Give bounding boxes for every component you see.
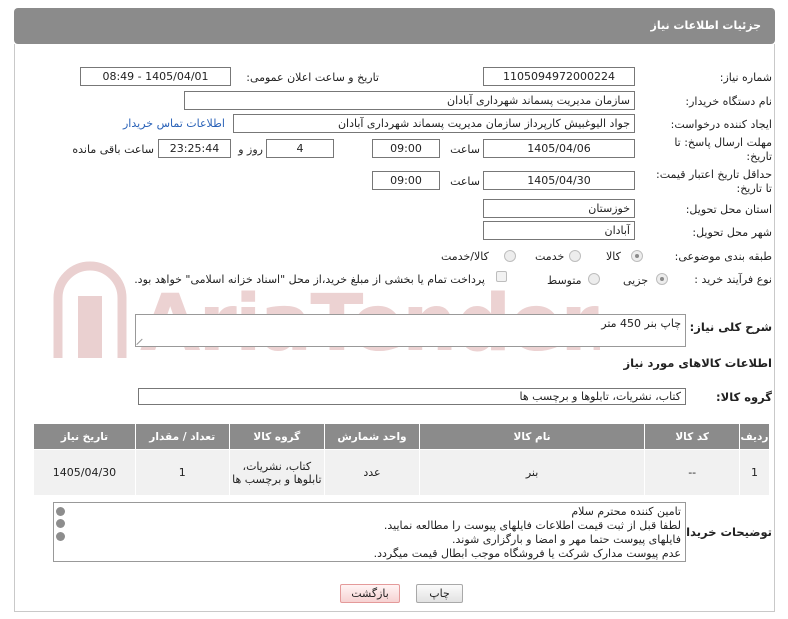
cell-code: -- [644, 449, 740, 496]
cell-index: 1 [738, 449, 771, 496]
category-option-goods-service: کالا/خدمت [441, 250, 489, 263]
description-textarea[interactable]: چاپ بنر 450 متر [135, 314, 686, 347]
goods-section-title: اطلاعات کالاهای مورد نیاز [623, 356, 772, 370]
reply-deadline-label-line1: مهلت ارسال پاسخ: تا [674, 136, 772, 149]
buyer-contact-link[interactable]: اطلاعات تماس خریدار [123, 117, 225, 130]
delivery-province-field: خوزستان [483, 199, 635, 218]
col-index: ردیف [738, 423, 771, 450]
process-option-medium: متوسط [547, 274, 582, 287]
price-time-field: 09:00 [372, 171, 440, 190]
price-deadline-label-line2: تا تاریخ: [736, 182, 772, 195]
print-button[interactable]: چاپ [416, 584, 463, 603]
buyer-notes-textarea[interactable]: تامین کننده محترم سلام لطفا قبل از ثبت ق… [53, 502, 686, 562]
delivery-city-field: آبادان [483, 221, 635, 240]
reply-remaining-label: ساعت باقی مانده [72, 143, 154, 156]
price-time-label: ساعت [450, 175, 480, 188]
category-option-service: خدمت [535, 250, 565, 263]
col-unit: واحد شمارش [324, 423, 420, 450]
delivery-province-label: استان محل تحویل: [685, 203, 772, 216]
goods-group-label: گروه کالا: [716, 390, 772, 404]
announce-datetime-field: 1405/04/01 - 08:49 [80, 67, 231, 86]
col-date: تاریخ نیاز [33, 423, 136, 450]
treasury-payment-note: پرداخت تمام یا بخشی از مبلغ خرید،از محل … [134, 273, 485, 286]
process-radio-medium[interactable] [588, 273, 600, 285]
process-type-label: نوع فرآیند خرید : [694, 273, 772, 286]
price-deadline-label-line1: حداقل تاریخ اعتبار قیمت: [656, 168, 772, 181]
reply-days-field: 4 [266, 139, 334, 158]
announce-label: تاریخ و ساعت اعلان عمومی: [246, 71, 379, 84]
category-radio-service[interactable] [569, 250, 581, 262]
category-radio-goods-service[interactable] [504, 250, 516, 262]
page-title: جزئیات اطلاعات نیاز [650, 19, 762, 32]
scroll-up-icon[interactable] [56, 507, 65, 516]
need-number-field: 1105094972000224 [483, 67, 635, 86]
buyer-notes-line: لطفا قبل از ثبت قیمت اطلاعات فایلهای پیو… [383, 519, 681, 532]
reply-time-field: 09:00 [372, 139, 440, 158]
price-deadline-label: حداقل تاریخ اعتبار قیمت: تا تاریخ: [656, 168, 772, 196]
back-button[interactable]: بازگشت [340, 584, 400, 603]
col-group: گروه کالا [228, 423, 326, 450]
scroll-down-icon[interactable] [56, 532, 65, 541]
description-text: چاپ بنر 450 متر [601, 317, 681, 330]
requester-field: جواد الیوغبیش کارپرداز سازمان مدیریت پسم… [233, 114, 635, 133]
reply-date-field: 1405/04/06 [483, 139, 635, 158]
process-option-minor: جزیی [623, 274, 649, 287]
goods-table-header: ردیف کد کالا نام کالا واحد شمارش گروه کا… [33, 423, 771, 450]
buyer-notes-line: عدم پیوست مدارک شرکت یا فروشگاه موجب ابط… [373, 547, 681, 560]
notes-scrollbar[interactable] [55, 504, 66, 560]
cell-qty: 1 [134, 449, 230, 496]
category-label: طبقه بندی موضوعی: [674, 250, 772, 263]
col-name: نام کالا [418, 423, 646, 450]
goods-table: ردیف کد کالا نام کالا واحد شمارش گروه کا… [33, 423, 771, 496]
process-radio-minor[interactable] [656, 273, 668, 285]
buyer-org-field: سازمان مدیریت پسماند شهرداری آبادان [184, 91, 635, 110]
delivery-city-label: شهر محل تحویل: [692, 226, 772, 239]
cell-unit: عدد [324, 449, 420, 496]
table-row: 1 -- بنر عدد کتاب، نشریات، تابلوها و برچ… [33, 449, 771, 496]
buyer-notes-label: توضیحات خریدار: [674, 525, 772, 539]
col-qty: تعداد / مقدار [134, 423, 230, 450]
cell-date: 1405/04/30 [33, 449, 136, 496]
requester-label: ایجاد کننده درخواست: [670, 118, 772, 131]
cell-group: کتاب، نشریات، تابلوها و برچسب ها [228, 449, 326, 496]
reply-days-label: روز و [238, 143, 263, 156]
buyer-notes-line: فایلهای پیوست حتما مهر و امضا و بارگزاری… [452, 533, 681, 546]
price-date-field: 1405/04/30 [483, 171, 635, 190]
description-label: شرح کلی نیاز: [689, 320, 772, 334]
reply-deadline-label: مهلت ارسال پاسخ: تا تاریخ: [674, 136, 772, 164]
need-number-label: شماره نیاز: [719, 71, 772, 84]
scroll-thumb[interactable] [56, 519, 65, 528]
page-header: جزئیات اطلاعات نیاز [14, 8, 775, 44]
treasury-payment-checkbox[interactable] [496, 271, 507, 282]
resize-handle-icon[interactable] [137, 337, 145, 345]
category-radio-goods[interactable] [631, 250, 643, 262]
buyer-notes-line: تامین کننده محترم سلام [571, 505, 681, 518]
goods-group-field: کتاب، نشریات، تابلوها و برچسب ها [138, 388, 686, 405]
reply-remaining-field: 23:25:44 [158, 139, 231, 158]
category-option-goods: کالا [606, 250, 621, 263]
reply-time-label: ساعت [450, 143, 480, 156]
buyer-org-label: نام دستگاه خریدار: [685, 95, 772, 108]
col-code: کد کالا [644, 423, 740, 450]
reply-deadline-label-line2: تاریخ: [746, 150, 772, 163]
cell-name: بنر [418, 449, 646, 496]
